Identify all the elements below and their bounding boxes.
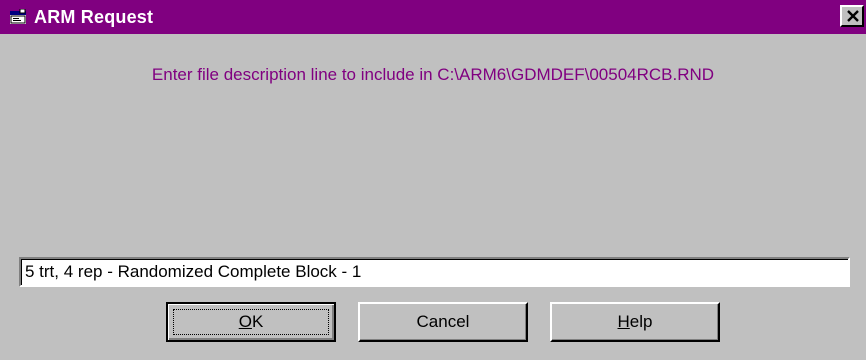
cancel-label: Cancel bbox=[416, 312, 470, 331]
arm-request-dialog: ARM Request Enter file description line … bbox=[0, 0, 866, 360]
focus-rectangle bbox=[173, 309, 329, 335]
window-title: ARM Request bbox=[34, 7, 154, 27]
title-bar[interactable]: ARM Request bbox=[0, 0, 866, 34]
close-button[interactable] bbox=[840, 5, 864, 27]
ok-button[interactable]: OK bbox=[166, 302, 336, 342]
prompt-text: Enter file description line to include i… bbox=[151, 65, 715, 84]
file-description-input[interactable] bbox=[19, 257, 850, 287]
close-icon bbox=[847, 10, 859, 22]
help-mnemonic: H bbox=[617, 312, 630, 331]
help-button[interactable]: Help bbox=[550, 302, 720, 342]
app-window-icon bbox=[10, 8, 26, 24]
help-label: elp bbox=[629, 312, 653, 331]
cancel-button[interactable]: Cancel bbox=[358, 302, 528, 342]
